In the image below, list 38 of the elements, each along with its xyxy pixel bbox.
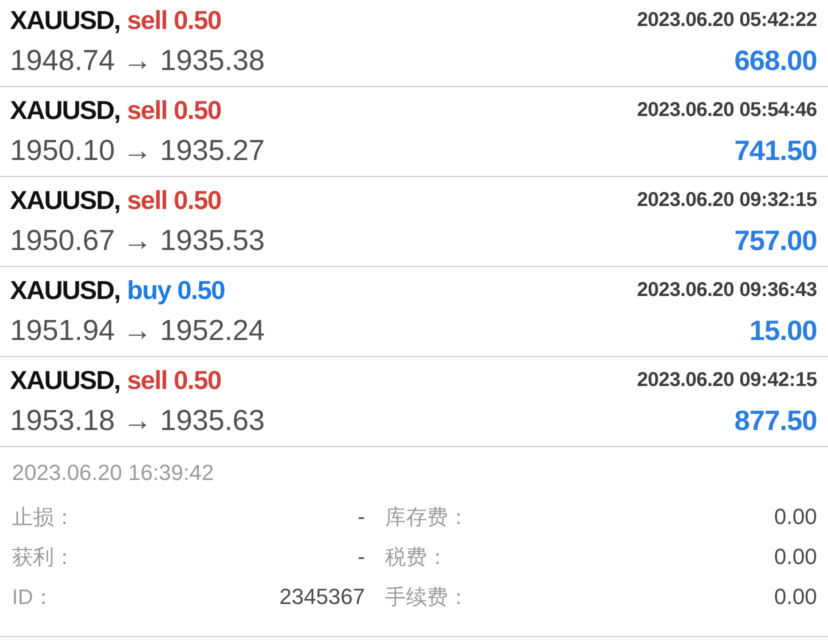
- trade-profit: 15.00: [749, 315, 817, 347]
- detail-label: 手续费：: [385, 585, 469, 611]
- trade-symbol: XAUUSD,: [10, 4, 120, 36]
- trade-symbol: XAUUSD,: [10, 274, 120, 306]
- detail-label: 库存费：: [385, 505, 469, 531]
- summary-time: 2023.06.20 16:39:42: [12, 460, 214, 486]
- detail-value: 0.00: [774, 584, 817, 610]
- price-change: 1953.18 → 1935.63: [10, 404, 265, 438]
- trade-time: 2023.06.20 05:42:22: [636, 8, 817, 32]
- trade-time: 2023.06.20 05:54:46: [636, 98, 817, 122]
- detail-value: 0.00: [774, 504, 817, 530]
- order-type: sell 0.50: [127, 364, 222, 396]
- trade-profit: 741.50: [734, 135, 817, 167]
- trade-profit: 877.50: [734, 405, 817, 437]
- trade-symbol: XAUUSD,: [10, 184, 120, 216]
- trade-profit: 757.00: [734, 225, 817, 257]
- price-change: 1948.74 → 1935.38: [10, 44, 265, 78]
- trade-time: 2023.06.20 09:36:43: [636, 278, 817, 302]
- trade-symbol: XAUUSD,: [10, 94, 120, 126]
- detail-value: -: [358, 504, 365, 530]
- price-change: 1951.94 → 1952.24: [10, 314, 265, 348]
- order-type: sell 0.50: [127, 94, 222, 126]
- detail-label: ID：: [12, 585, 54, 611]
- trade-symbol: XAUUSD,: [10, 364, 120, 396]
- detail-value: 0.00: [774, 544, 817, 570]
- detail-label: 获利：: [12, 545, 75, 571]
- order-type: sell 0.50: [127, 4, 222, 36]
- detail-value: -: [358, 544, 365, 570]
- detail-value: 2345367: [279, 584, 365, 610]
- detail-label: 税费：: [385, 545, 448, 571]
- order-type: buy 0.50: [127, 274, 225, 306]
- detail-label: 止损：: [12, 505, 75, 531]
- trade-time: 2023.06.20 09:42:15: [636, 368, 817, 392]
- trade-profit: 668.00: [734, 45, 817, 77]
- price-change: 1950.67 → 1935.53: [10, 224, 265, 258]
- order-type: sell 0.50: [127, 184, 222, 216]
- trade-time: 2023.06.20 09:32:15: [636, 188, 817, 212]
- price-change: 1950.10 → 1935.27: [10, 134, 265, 168]
